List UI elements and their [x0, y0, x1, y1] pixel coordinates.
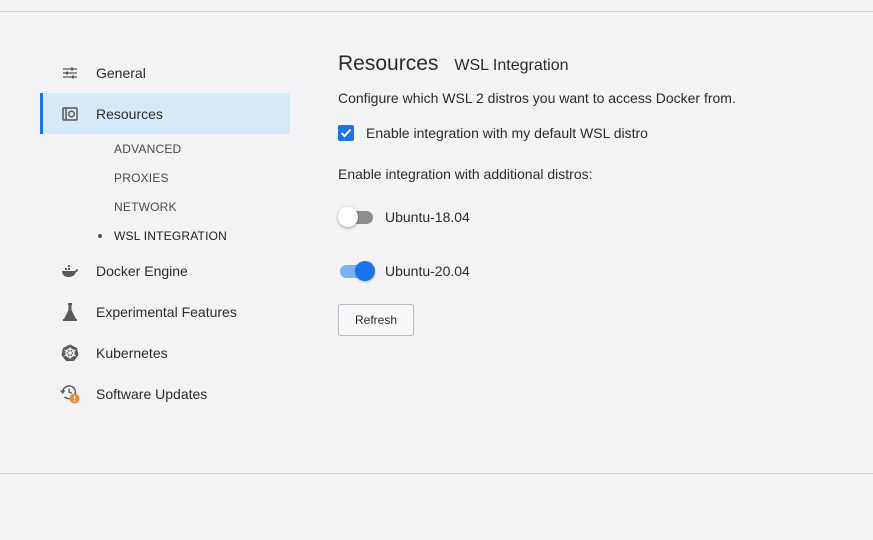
- settings-sidebar: General Resources ADVANCED PROXIES NETWO…: [40, 52, 290, 414]
- sidebar-item-software-updates[interactable]: Software Updates: [40, 373, 290, 414]
- distro-row: Ubuntu-20.04: [338, 259, 858, 283]
- ubuntu-18-toggle[interactable]: [338, 205, 374, 229]
- sidebar-item-label: Software Updates: [96, 385, 208, 402]
- sidebar-item-label: General: [96, 64, 146, 81]
- sidebar-item-docker-engine[interactable]: Docker Engine: [40, 250, 290, 291]
- sidebar-item-label: Resources: [96, 105, 163, 122]
- settings-content: Resources WSL Integration Configure whic…: [338, 52, 858, 336]
- submenu-item-advanced[interactable]: ADVANCED: [114, 134, 290, 163]
- update-clock-icon: [60, 384, 80, 404]
- submenu-item-network[interactable]: NETWORK: [114, 192, 290, 221]
- additional-distros-heading: Enable integration with additional distr…: [338, 166, 593, 182]
- sidebar-item-label: Experimental Features: [96, 303, 237, 320]
- toggle-knob: [355, 261, 375, 281]
- submenu-item-wsl-integration[interactable]: WSL INTEGRATION: [98, 221, 290, 250]
- sidebar-item-experimental-features[interactable]: Experimental Features: [40, 291, 290, 332]
- sidebar-item-resources[interactable]: Resources: [40, 93, 290, 134]
- ubuntu-20-toggle[interactable]: [338, 259, 375, 283]
- default-distro-option: Enable integration with my default WSL d…: [338, 123, 858, 143]
- flask-icon: [60, 302, 80, 322]
- submenu-item-proxies[interactable]: PROXIES: [114, 163, 290, 192]
- distro-row: Ubuntu-18.04: [338, 205, 858, 229]
- page-title: Resources: [338, 52, 439, 75]
- page-subtitle: WSL Integration: [454, 57, 569, 74]
- whale-icon: [60, 261, 80, 281]
- resources-submenu: ADVANCED PROXIES NETWORK WSL INTEGRATION: [40, 134, 290, 250]
- helm-wheel-icon: [60, 343, 80, 363]
- bottom-divider: [0, 473, 873, 474]
- sidebar-item-general[interactable]: General: [40, 52, 290, 93]
- sidebar-item-kubernetes[interactable]: Kubernetes: [40, 332, 290, 373]
- checkmark-icon: [340, 128, 352, 138]
- resources-icon: [60, 104, 80, 124]
- sidebar-item-label: Docker Engine: [96, 262, 188, 279]
- default-distro-checkbox[interactable]: [338, 125, 354, 141]
- toggle-knob: [338, 207, 358, 227]
- refresh-button[interactable]: Refresh: [338, 304, 414, 336]
- distro-name: Ubuntu-18.04: [385, 209, 470, 225]
- page-heading: Resources WSL Integration: [338, 52, 858, 80]
- distro-name: Ubuntu-20.04: [385, 263, 470, 279]
- page-description: Configure which WSL 2 distros you want t…: [338, 90, 736, 106]
- default-distro-label: Enable integration with my default WSL d…: [366, 125, 648, 141]
- sidebar-item-label: Kubernetes: [96, 344, 168, 361]
- sliders-icon: [60, 63, 80, 83]
- top-divider: [0, 11, 873, 12]
